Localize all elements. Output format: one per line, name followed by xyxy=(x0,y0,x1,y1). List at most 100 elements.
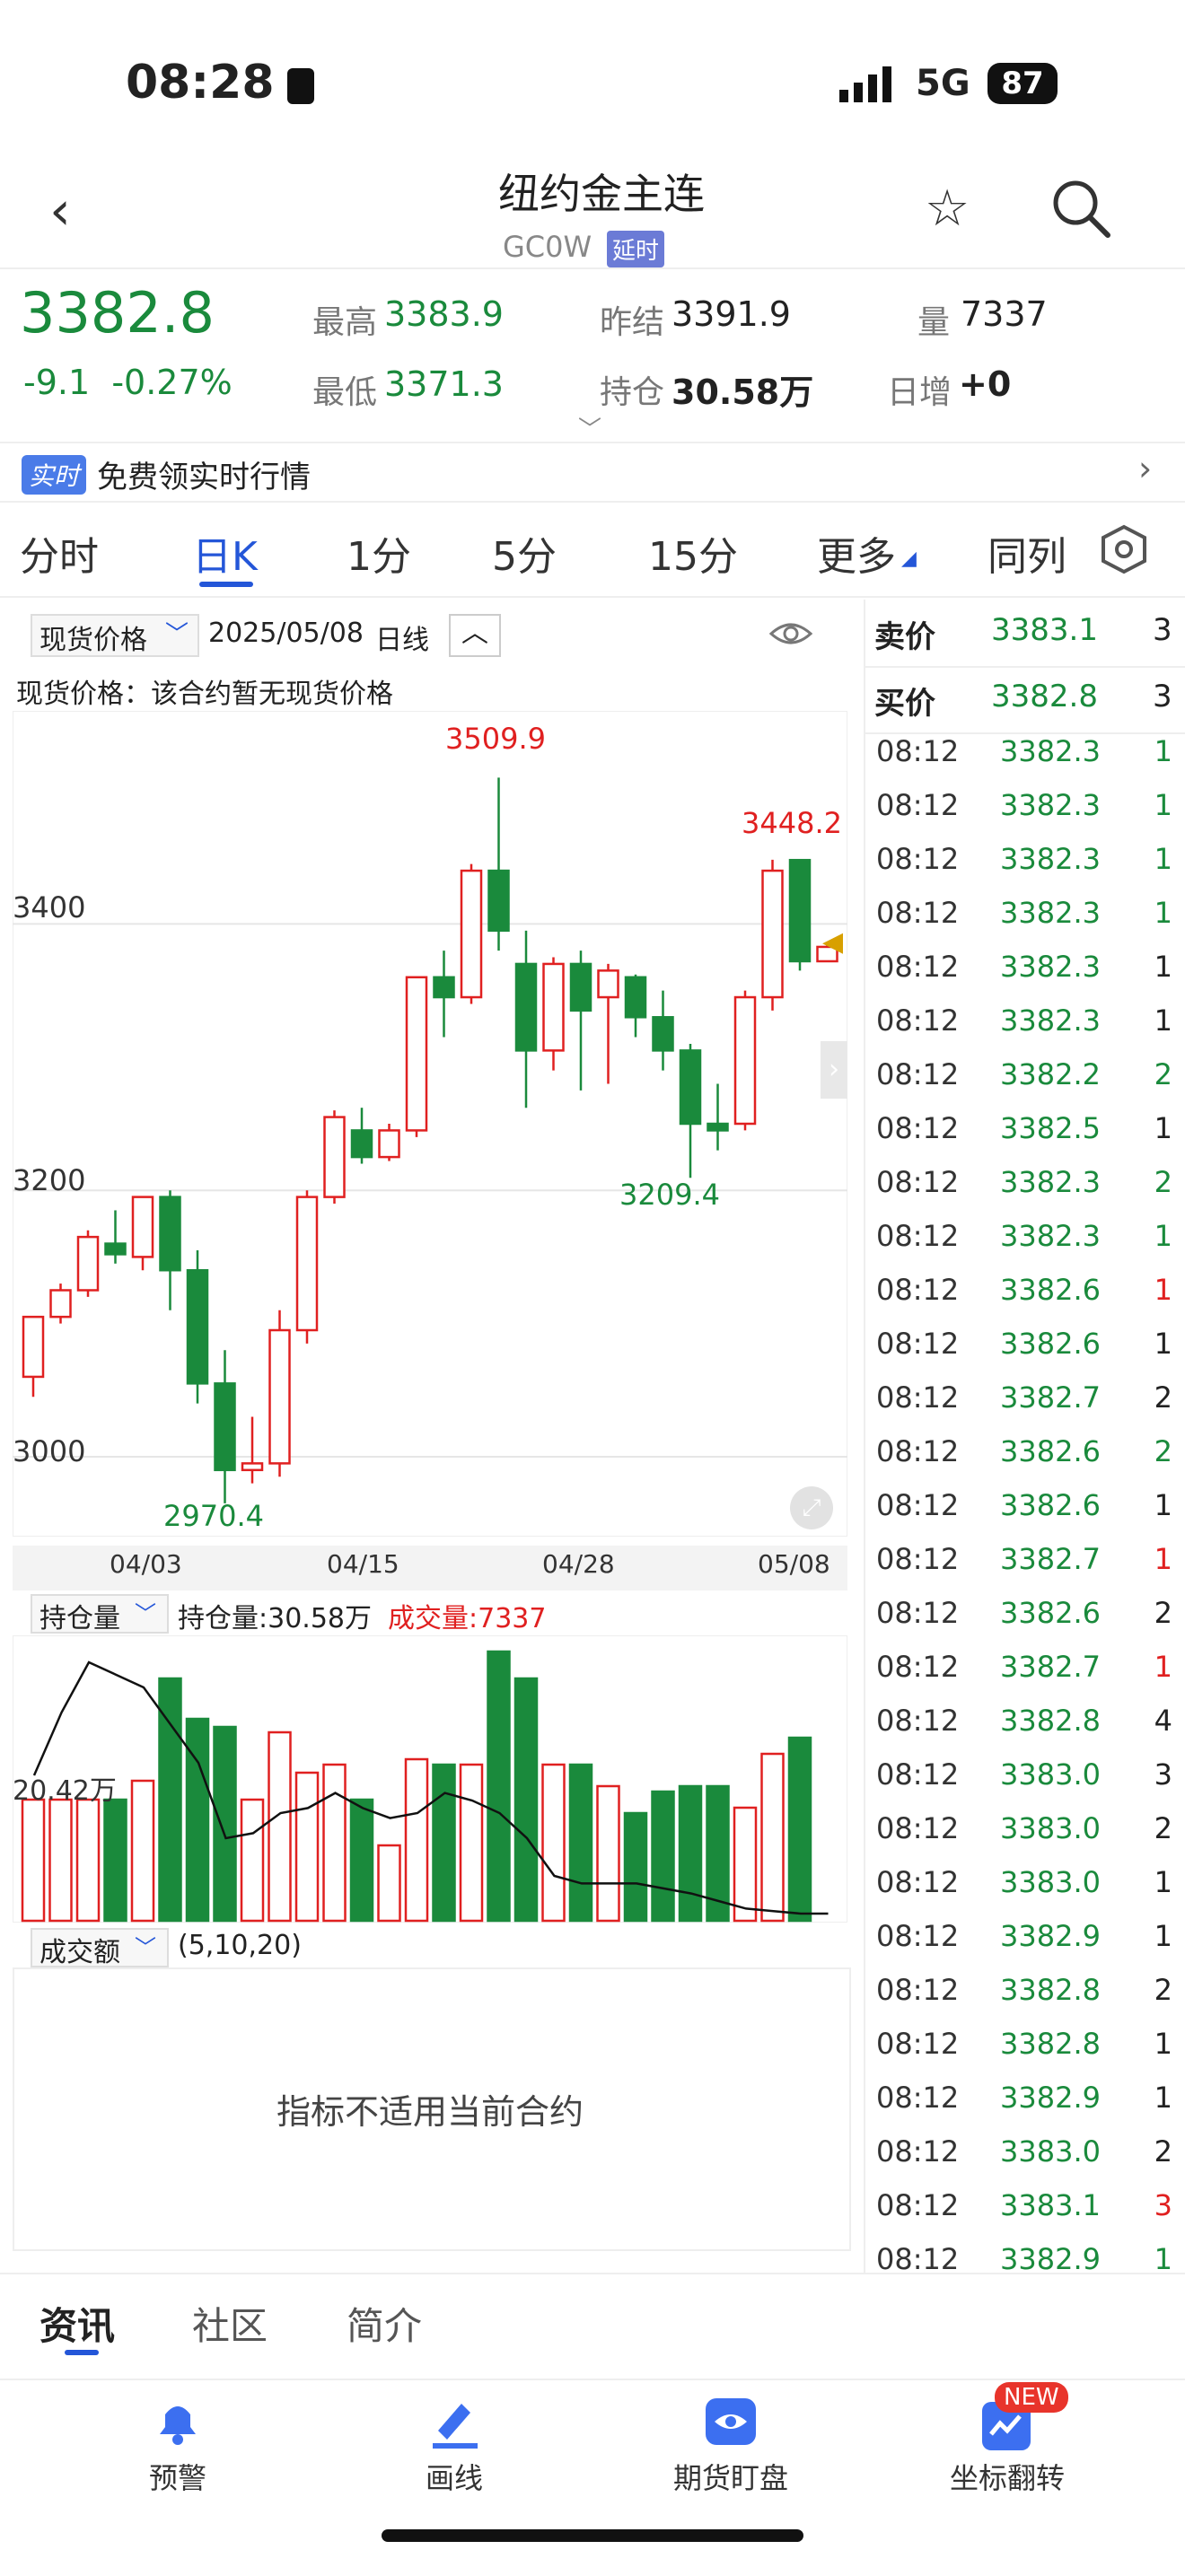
trade-time: 08:12 xyxy=(876,1757,960,1792)
trade-price: 3382.8 xyxy=(1000,1973,1101,2007)
network-label: 5G xyxy=(916,63,970,104)
candle-body xyxy=(460,869,483,999)
candle-body xyxy=(323,1116,346,1198)
trade-time: 08:12 xyxy=(876,1057,960,1091)
oi-axis-label: 20.42万 xyxy=(13,1775,117,1807)
nav-flip-label[interactable]: 坐标翻转 xyxy=(917,2456,1097,2497)
tab-community[interactable]: 社区 xyxy=(192,2296,268,2351)
trade-price: 3382.7 xyxy=(1000,1380,1101,1415)
candle-body xyxy=(76,1235,100,1292)
not-applicable-message: 指标不适用当前合约 xyxy=(276,2092,584,2132)
back-icon[interactable]: ‹ xyxy=(49,180,71,242)
candle xyxy=(295,1190,319,1344)
tab-15min[interactable]: 15分 xyxy=(648,524,738,582)
candle xyxy=(104,1210,127,1264)
trade-row: 08:12 3382.6 1 xyxy=(865,1479,1185,1533)
trade-row: 08:12 3383.1 3 xyxy=(865,2179,1185,2233)
expand-right-icon[interactable]: › xyxy=(821,1041,847,1099)
min-annotation: 2970.4 xyxy=(163,1499,264,1533)
candle-body xyxy=(350,1129,373,1159)
candle-body xyxy=(679,1049,702,1126)
draw-line-icon[interactable] xyxy=(426,2393,483,2454)
realtime-badge: 实时 xyxy=(22,455,87,495)
nav-draw-label[interactable]: 画线 xyxy=(364,2456,544,2497)
change-percent: -0.27% xyxy=(111,363,233,402)
trade-price: 3383.0 xyxy=(1000,1757,1101,1792)
tab-news[interactable]: 资讯 xyxy=(40,2296,115,2351)
bell-icon[interactable] xyxy=(149,2393,206,2454)
high-label: 最高 xyxy=(312,304,378,341)
trade-row: 08:12 3382.3 1 xyxy=(865,1210,1185,1264)
eye-icon[interactable] xyxy=(768,616,813,655)
y-tick-label: 3000 xyxy=(13,1434,86,1468)
trade-row: 08:12 3382.7 1 xyxy=(865,1533,1185,1587)
chart-date: 2025/05/08 xyxy=(208,618,364,649)
trade-row: 08:12 3382.3 1 xyxy=(865,833,1185,887)
search-icon[interactable] xyxy=(1050,178,1113,244)
candle xyxy=(49,1284,72,1324)
trade-price: 3382.8 xyxy=(1000,2027,1101,2061)
expand-chevron-icon[interactable]: ﹀ xyxy=(578,411,601,444)
trade-volume: 1 xyxy=(1154,2081,1172,2115)
candle xyxy=(214,1350,236,1503)
trade-price: 3382.5 xyxy=(1000,1111,1101,1145)
trade-time: 08:12 xyxy=(876,1327,960,1361)
tab-compare[interactable]: 同列 xyxy=(988,524,1066,582)
watch-eye-icon[interactable] xyxy=(702,2393,759,2454)
trade-volume: 1 xyxy=(1154,842,1172,876)
trade-price: 3382.3 xyxy=(1000,1165,1101,1199)
volume-bar xyxy=(103,1798,127,1923)
trade-volume: 1 xyxy=(1154,1488,1172,1522)
trade-row: 08:12 3382.8 2 xyxy=(865,1964,1185,2018)
collapse-chevron-icon[interactable]: ︿ xyxy=(449,614,501,657)
trade-price: 3382.9 xyxy=(1000,2242,1101,2273)
tab-5min[interactable]: 5分 xyxy=(492,524,557,582)
open-interest-label: 持仓 xyxy=(600,374,665,411)
trade-list: 08:12 3382.3 1 08:12 3382.3 1 08:12 3382.3 1 08:1… xyxy=(864,729,1185,2273)
buy-price-label: 买价 xyxy=(874,686,935,722)
volume-value: 7337 xyxy=(961,294,1048,334)
trade-row: 08:12 3382.9 1 xyxy=(865,2233,1185,2273)
favorite-star-icon[interactable]: ☆ xyxy=(925,180,970,238)
trade-time: 08:12 xyxy=(876,1650,960,1684)
trade-volume: 1 xyxy=(1154,1650,1172,1684)
fullscreen-icon[interactable]: ⤢ xyxy=(790,1486,833,1529)
trade-price: 3382.3 xyxy=(1000,950,1101,984)
candle-body xyxy=(707,1122,729,1132)
candle xyxy=(624,974,647,1038)
trade-row: 08:12 3382.3 1 xyxy=(865,779,1185,833)
candle xyxy=(652,990,674,1071)
trade-volume: 2 xyxy=(1154,1811,1172,1845)
settings-hexagon-icon[interactable] xyxy=(1099,524,1149,578)
candle xyxy=(707,1083,729,1151)
more-dropdown-icon: ◢ xyxy=(901,548,917,570)
volume-bar xyxy=(678,1784,703,1923)
trade-row: 08:12 3382.3 1 xyxy=(865,887,1185,941)
trade-volume: 3 xyxy=(1154,1757,1172,1792)
volume-bar xyxy=(487,1650,511,1923)
banner-text: 免费领实时行情 xyxy=(97,460,311,495)
nav-watch-label[interactable]: 期货盯盘 xyxy=(641,2456,821,2497)
tab-intraday[interactable]: 分时 xyxy=(20,524,99,582)
volume-bar xyxy=(651,1790,675,1923)
volume-bar xyxy=(21,1798,46,1923)
nav-alert-label[interactable]: 预警 xyxy=(88,2456,268,2497)
candlestick-chart[interactable] xyxy=(13,711,847,1537)
trade-time: 08:12 xyxy=(876,2027,960,2061)
trade-row: 08:12 3382.7 2 xyxy=(865,1371,1185,1425)
trade-time: 08:12 xyxy=(876,2242,960,2273)
trade-price: 3382.3 xyxy=(1000,788,1101,822)
trade-price: 3382.2 xyxy=(1000,1057,1101,1091)
tab-intro[interactable]: 简介 xyxy=(347,2296,422,2351)
sell-price: 3383.1 xyxy=(991,612,1098,648)
tab-daily-k[interactable]: 日K xyxy=(192,524,258,582)
trade-price: 3382.3 xyxy=(1000,734,1101,768)
delay-badge: 延时 xyxy=(607,231,665,267)
candle-body xyxy=(22,1315,45,1379)
trade-time: 08:12 xyxy=(876,842,960,876)
tab-more[interactable]: 更多 xyxy=(817,524,896,582)
candle-body xyxy=(214,1382,236,1472)
tab-1min[interactable]: 1分 xyxy=(347,524,411,582)
trade-time: 08:12 xyxy=(876,1380,960,1415)
trade-volume: 2 xyxy=(1154,1057,1172,1091)
